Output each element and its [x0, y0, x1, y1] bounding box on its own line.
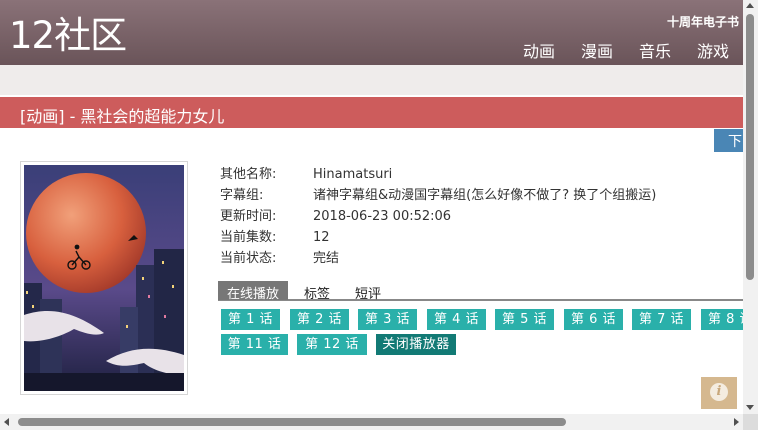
episode-button[interactable]: 第 7 话	[632, 309, 691, 330]
site-logo[interactable]: 12社区	[9, 13, 127, 59]
info-value: Hinamatsuri	[313, 167, 393, 182]
nav-item-games[interactable]: 游戏	[697, 38, 729, 62]
info-label: 其他名称:	[220, 167, 277, 182]
tab-bar: 在线播放 标签 短评	[218, 281, 743, 302]
info-icon: i	[710, 383, 728, 401]
main-nav: 动画 漫画 音乐 游戏	[523, 38, 729, 62]
download-button[interactable]: 下	[714, 129, 743, 152]
info-row-alt-name: 其他名称: Hinamatsuri	[220, 163, 656, 184]
vertical-scrollbar[interactable]	[743, 0, 758, 414]
episode-button[interactable]: 第 4 话	[427, 309, 486, 330]
info-value: 12	[313, 230, 330, 245]
info-value: 诸神字幕组&动漫国字幕组(怎么好像不做了? 换了个组搬运)	[313, 188, 657, 203]
info-label: 当前状态:	[220, 251, 277, 266]
episode-button[interactable]: 第 1 话	[221, 309, 280, 330]
horizontal-scroll-thumb[interactable]	[18, 418, 566, 426]
info-label: 更新时间:	[220, 209, 277, 224]
episode-button[interactable]: 第 5 话	[495, 309, 554, 330]
nav-item-manga[interactable]: 漫画	[581, 38, 613, 62]
episode-button[interactable]: 第 2 话	[290, 309, 349, 330]
anime-info: 其他名称: Hinamatsuri 字幕组: 诸神字幕组&动漫国字幕组(怎么好像不做…	[220, 163, 656, 268]
scroll-left-arrow-icon[interactable]	[4, 418, 9, 426]
scroll-down-arrow-icon[interactable]	[746, 405, 754, 410]
episode-button[interactable]: 第 6 话	[564, 309, 623, 330]
page-viewport: 12社区 十周年电子书 动画 漫画 音乐 游戏 [动画] - 黑社会的超能力女儿…	[0, 0, 743, 414]
anniversary-link[interactable]: 十周年电子书	[667, 13, 739, 30]
info-row-episodes: 当前集数: 12	[220, 226, 656, 247]
info-row-status: 当前状态: 完结	[220, 247, 656, 268]
page-title: [动画] - 黑社会的超能力女儿	[20, 107, 225, 126]
info-row-updated: 更新时间: 2018-06-23 00:52:06	[220, 205, 656, 226]
tab-tags[interactable]: 标签	[304, 281, 330, 302]
episode-button[interactable]: 第 12 话	[297, 334, 367, 355]
info-label: 当前集数:	[220, 230, 277, 245]
sub-strip	[0, 65, 743, 95]
scroll-up-arrow-icon[interactable]	[746, 3, 754, 8]
info-button[interactable]: i	[701, 377, 737, 409]
nav-item-anime[interactable]: 动画	[523, 38, 555, 62]
tab-online-play[interactable]: 在线播放	[218, 281, 289, 302]
episode-button[interactable]: 第 3 话	[358, 309, 417, 330]
tab-comments[interactable]: 短评	[355, 281, 381, 302]
info-row-subgroup: 字幕组: 诸神字幕组&动漫国字幕组(怎么好像不做了? 换了个组搬运)	[220, 184, 656, 205]
cover-poster	[20, 161, 188, 395]
info-label: 字幕组:	[220, 188, 264, 203]
episode-button[interactable]: 第 11 话	[221, 334, 288, 355]
title-bar: [动画] - 黑社会的超能力女儿	[0, 97, 743, 128]
nav-item-music[interactable]: 音乐	[639, 38, 671, 62]
horizontal-scrollbar[interactable]	[0, 414, 743, 430]
vertical-scroll-thumb[interactable]	[746, 14, 754, 280]
scrollbar-corner	[743, 414, 758, 430]
cover-image	[24, 165, 184, 391]
scroll-right-arrow-icon[interactable]	[734, 418, 739, 426]
episode-button[interactable]: 第 8 话	[701, 309, 743, 330]
info-value: 完结	[313, 251, 340, 266]
site-header: 12社区 十周年电子书 动画 漫画 音乐 游戏	[0, 0, 743, 65]
info-value: 2018-06-23 00:52:06	[313, 209, 452, 224]
close-player-button[interactable]: 关闭播放器	[376, 334, 456, 355]
